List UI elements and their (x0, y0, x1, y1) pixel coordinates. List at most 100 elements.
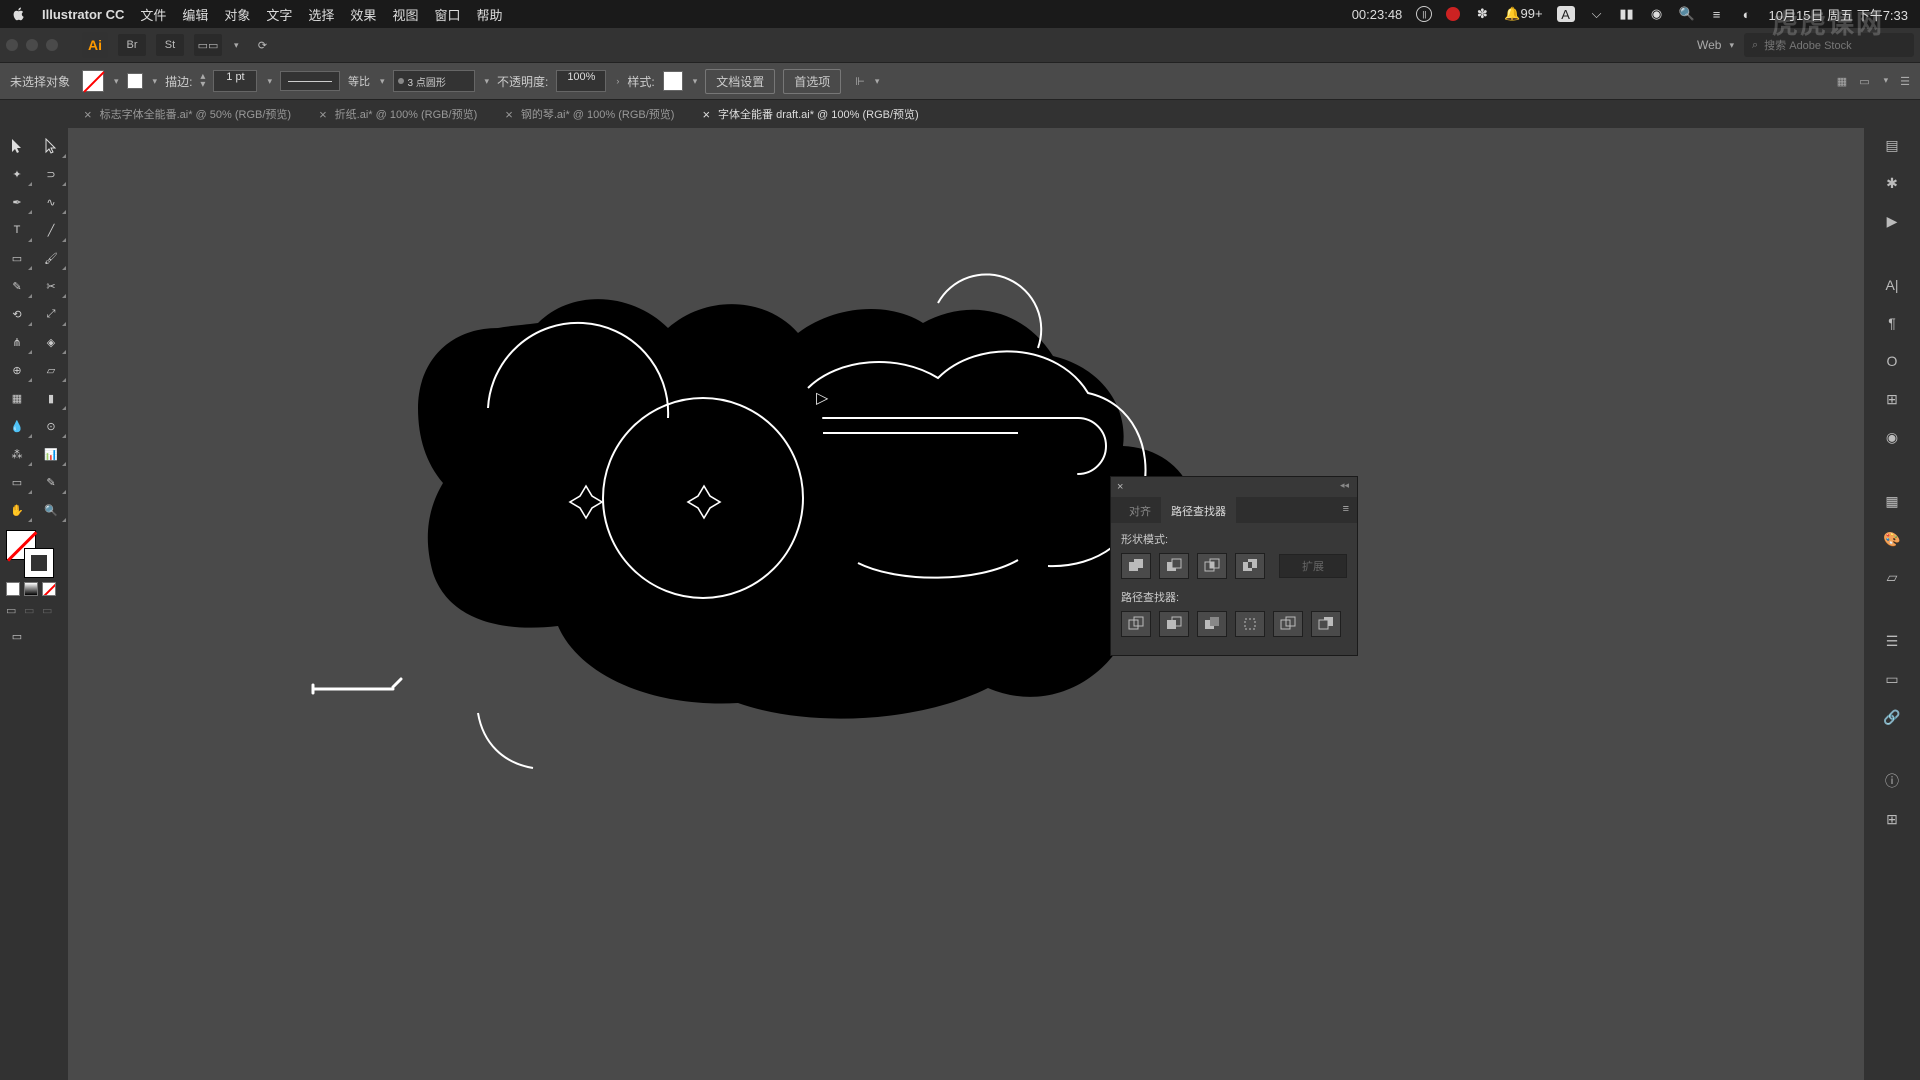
stroke-profile[interactable] (280, 71, 340, 91)
stroke-weight-input[interactable]: 1 pt (213, 70, 257, 92)
selection-tool[interactable] (0, 132, 34, 160)
lasso-tool[interactable]: ⊃ (34, 160, 68, 188)
paragraph-panel-icon[interactable]: ¶ (1881, 312, 1903, 334)
screen-mode-button[interactable]: ▭ (6, 604, 20, 618)
divide-button[interactable] (1121, 611, 1151, 637)
panel-menu-icon[interactable]: ☰ (1900, 75, 1910, 88)
links-panel-icon[interactable]: 🔗 (1881, 706, 1903, 728)
tab-document-3[interactable]: ×钢的琴.ai* @ 100% (RGB/预览) (491, 100, 688, 128)
tab-document-4[interactable]: ×字体全能番 draft.ai* @ 100% (RGB/预览) (688, 100, 932, 128)
battery-icon[interactable]: ▮▮ (1619, 6, 1635, 22)
shape-builder-tool[interactable]: ⊕ (0, 356, 34, 384)
siri-icon[interactable]: ◐ (1739, 6, 1755, 22)
character-panel-icon[interactable]: A| (1881, 274, 1903, 296)
opacity-input[interactable]: 100% (556, 70, 606, 92)
screen-mode-3-button[interactable]: ▭ (42, 604, 56, 618)
info-panel-icon[interactable]: ⓘ (1881, 770, 1903, 792)
pause-icon[interactable]: || (1416, 6, 1432, 22)
paintbrush-tool[interactable]: 🖌 (34, 244, 68, 272)
artboards-panel-icon[interactable]: ▭ (1881, 668, 1903, 690)
preferences-button[interactable]: 首选项 (783, 69, 841, 94)
menu-effect[interactable]: 效果 (350, 5, 376, 24)
minus-front-button[interactable] (1159, 553, 1189, 579)
appearance-panel-icon[interactable]: ◉ (1881, 426, 1903, 448)
tab-align[interactable]: 对齐 (1119, 497, 1161, 523)
document-setup-button[interactable]: 文档设置 (705, 69, 775, 94)
menu-select[interactable]: 选择 (308, 5, 334, 24)
menu-help[interactable]: 帮助 (476, 5, 502, 24)
input-source-icon[interactable]: A (1557, 6, 1575, 22)
chevron-down-icon[interactable]: ▾ (267, 76, 272, 87)
minus-back-button[interactable] (1311, 611, 1341, 637)
stock-button[interactable]: St (156, 34, 184, 56)
actions-panel-icon[interactable]: ▶ (1881, 210, 1903, 232)
clock[interactable]: 10月15日 周五 下午7:33 (1769, 5, 1908, 24)
line-tool[interactable]: ╱ (34, 216, 68, 244)
close-icon[interactable]: × (1117, 481, 1123, 493)
color-panel-icon[interactable]: 🎨 (1881, 528, 1903, 550)
trim-button[interactable] (1159, 611, 1189, 637)
draw-mode-button[interactable]: ▭ (0, 622, 34, 650)
stepper-icon[interactable]: ▴▾ (200, 73, 205, 89)
arrange-button[interactable]: ▭▭ (194, 34, 222, 56)
canvas[interactable]: ▷ (68, 128, 1864, 1080)
zoom-tool[interactable]: 🔍 (34, 496, 68, 524)
shaper-tool[interactable]: ✎ (0, 272, 34, 300)
bridge-button[interactable]: Br (118, 34, 146, 56)
apple-icon[interactable] (12, 7, 26, 21)
stroke-panel-icon[interactable]: ▱ (1881, 566, 1903, 588)
window-controls[interactable] (6, 39, 58, 51)
pen-tool[interactable]: ✒ (0, 188, 34, 216)
chevron-down-icon[interactable]: ▾ (485, 76, 490, 87)
free-transform-tool[interactable]: ◈ (34, 328, 68, 356)
menu-object[interactable]: 对象 (224, 5, 250, 24)
workspace-switcher[interactable]: Web▾ (1697, 38, 1734, 52)
app-name[interactable]: Illustrator CC (42, 7, 124, 22)
menu-type[interactable]: 文字 (266, 5, 292, 24)
mesh-tool[interactable]: ▦ (0, 384, 34, 412)
graph-tool[interactable]: 📊 (34, 440, 68, 468)
perspective-tool[interactable]: ▱ (34, 356, 68, 384)
opentype-panel-icon[interactable]: O (1881, 350, 1903, 372)
close-icon[interactable]: × (505, 107, 513, 122)
direct-selection-tool[interactable] (34, 132, 68, 160)
intersect-button[interactable] (1197, 553, 1227, 579)
search-input[interactable]: ⌕搜索 Adobe Stock (1744, 33, 1914, 57)
wifi-icon[interactable]: ◉ (1649, 6, 1665, 22)
tab-pathfinder[interactable]: 路径查找器 (1161, 497, 1236, 523)
crop-button[interactable] (1235, 611, 1265, 637)
swatches-panel-icon[interactable]: ▦ (1881, 490, 1903, 512)
grid-icon[interactable]: ▦ (1837, 75, 1847, 88)
close-icon[interactable]: × (319, 107, 327, 122)
menu-view[interactable]: 视图 (392, 5, 418, 24)
chevron-right-icon[interactable]: › (616, 76, 619, 86)
chevron-down-icon[interactable]: ▾ (875, 76, 880, 87)
align-panel-icon[interactable]: ⊞ (1881, 808, 1903, 830)
artboard-tool[interactable]: ▭ (0, 468, 34, 496)
wechat-icon[interactable]: ✽ (1474, 6, 1490, 22)
transform-icon[interactable]: ▭ (1859, 75, 1869, 88)
glyphs-panel-icon[interactable]: ⊞ (1881, 388, 1903, 410)
style-swatch[interactable] (663, 71, 683, 91)
properties-panel-icon[interactable]: ▤ (1881, 134, 1903, 156)
brush-profile[interactable]: 3 点圆形 (393, 70, 475, 92)
scale-tool[interactable]: ⤢ (34, 300, 68, 328)
unite-button[interactable] (1121, 553, 1151, 579)
gradient-tool[interactable]: ▮ (34, 384, 68, 412)
align-icon[interactable]: ⊩ (855, 75, 865, 88)
chevron-down-icon[interactable]: ▾ (380, 76, 385, 87)
type-tool[interactable]: T (0, 216, 34, 244)
eyedropper-tool[interactable]: 💧 (0, 412, 34, 440)
fill-stroke-indicator[interactable] (6, 530, 54, 578)
notification-badge[interactable]: 🔔99+ (1504, 6, 1542, 22)
eraser-tool[interactable]: ✂ (34, 272, 68, 300)
control-center-icon[interactable]: ≡ (1709, 6, 1725, 22)
color-mode-button[interactable] (6, 582, 20, 596)
chevron-down-icon[interactable]: ▾ (153, 76, 158, 87)
menu-window[interactable]: 窗口 (434, 5, 460, 24)
blend-tool[interactable]: ⊙ (34, 412, 68, 440)
menu-edit[interactable]: 编辑 (182, 5, 208, 24)
width-tool[interactable]: ⋔ (0, 328, 34, 356)
rectangle-tool[interactable]: ▭ (0, 244, 34, 272)
stroke-swatch[interactable] (127, 73, 143, 89)
